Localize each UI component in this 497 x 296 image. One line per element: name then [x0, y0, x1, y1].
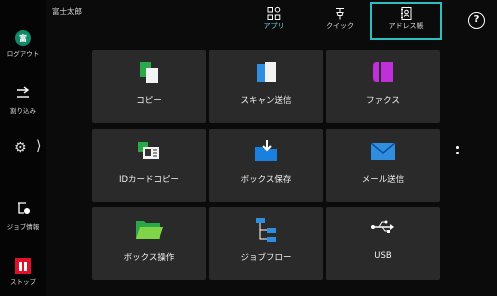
box-operation-icon — [136, 221, 163, 239]
tile-job-flow[interactable]: ジョブフロー — [209, 207, 323, 280]
tile-usb-label: USB — [374, 251, 392, 261]
id-card-copy-icon — [138, 142, 159, 159]
copy-icon — [140, 62, 158, 83]
page-indicator — [456, 143, 459, 157]
interrupt-button[interactable]: 割り込み — [0, 84, 46, 115]
expand-chevron-icon[interactable]: ⟩ — [36, 138, 41, 154]
logout-button[interactable]: 富 ログアウト — [0, 30, 46, 58]
job-info-label: ジョブ情報 — [6, 223, 40, 231]
tile-box-save-label: ボックス保存 — [240, 175, 292, 185]
address-book-icon — [401, 7, 412, 20]
user-name: 富士太郎 — [52, 7, 82, 16]
logout-icon: 富 — [15, 30, 31, 46]
tile-mail-send[interactable]: メール送信 — [326, 129, 440, 202]
tile-copy-label: コピー — [136, 96, 162, 106]
tile-usb[interactable]: USB — [326, 207, 440, 280]
tile-id-card-copy-label: IDカードコピー — [118, 175, 180, 185]
tile-id-card-copy[interactable]: IDカードコピー — [92, 129, 206, 202]
scan-send-icon — [257, 62, 276, 82]
tile-box-operation[interactable]: ボックス操作 — [92, 207, 206, 280]
tile-fax[interactable]: ファクス — [326, 50, 440, 123]
quick-icon — [336, 8, 344, 20]
apps-grid-icon — [267, 6, 281, 20]
logout-label: ログアウト — [6, 50, 40, 58]
tile-mail-send-label: メール送信 — [361, 175, 405, 185]
tile-scan-send[interactable]: スキャン送信 — [209, 50, 323, 123]
tile-job-flow-label: ジョブフロー — [240, 253, 292, 263]
job-info-button[interactable]: ジョブ情報 — [0, 200, 46, 231]
tab-apps-label: アプリ — [263, 22, 285, 30]
tab-quick[interactable]: クイック — [310, 4, 370, 38]
settings-gear-icon[interactable]: ⚙ — [14, 140, 27, 156]
fax-icon — [373, 62, 393, 82]
tile-scan-send-label: スキャン送信 — [240, 96, 292, 106]
box-save-icon — [255, 140, 277, 161]
job-info-icon — [18, 202, 30, 214]
screen: 富 ログアウト 割り込み ジョブ情報 ストップ ⚙ ⟩ 富士太郎 アプリ クイッ… — [0, 0, 497, 296]
mail-send-icon — [370, 142, 396, 160]
usb-icon — [371, 220, 394, 233]
interrupt-label: 割り込み — [10, 107, 36, 115]
tile-box-operation-label: ボックス操作 — [123, 253, 175, 263]
tile-box-save[interactable]: ボックス保存 — [209, 129, 323, 202]
tab-address-book[interactable]: アドレス帳 — [370, 2, 442, 40]
help-icon[interactable]: ? — [468, 12, 485, 29]
tile-copy[interactable]: コピー — [92, 50, 206, 123]
stop-label: ストップ — [10, 278, 36, 286]
stop-button[interactable]: ストップ — [0, 258, 46, 286]
tab-address-book-label: アドレス帳 — [388, 22, 424, 30]
stop-icon — [15, 258, 31, 274]
tab-apps[interactable]: アプリ — [244, 4, 304, 38]
tile-fax-label: ファクス — [366, 96, 400, 106]
job-flow-icon — [256, 218, 276, 242]
tab-quick-label: クイック — [326, 22, 354, 30]
interrupt-icon — [17, 86, 30, 98]
